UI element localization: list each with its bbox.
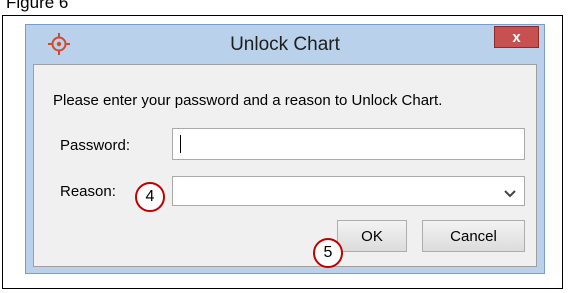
close-button[interactable]: x xyxy=(494,26,539,48)
reason-dropdown[interactable] xyxy=(172,176,525,206)
cancel-button[interactable]: Cancel xyxy=(422,220,525,252)
dialog-title: Unlock Chart xyxy=(230,34,340,55)
reason-label: Reason: xyxy=(60,183,116,200)
dialog-message: Please enter your password and a reason … xyxy=(53,92,443,109)
chevron-down-icon[interactable] xyxy=(504,186,516,198)
callout-marker: 4 xyxy=(135,182,165,212)
callout-marker: 5 xyxy=(313,238,343,268)
ok-button[interactable]: OK xyxy=(337,220,407,252)
text-caret xyxy=(180,135,181,153)
dialog-titlebar[interactable]: Unlock Chart x xyxy=(26,25,544,63)
password-label: Password: xyxy=(60,137,131,154)
figure-caption: Figure 6 xyxy=(6,0,69,12)
password-field[interactable] xyxy=(172,128,525,160)
